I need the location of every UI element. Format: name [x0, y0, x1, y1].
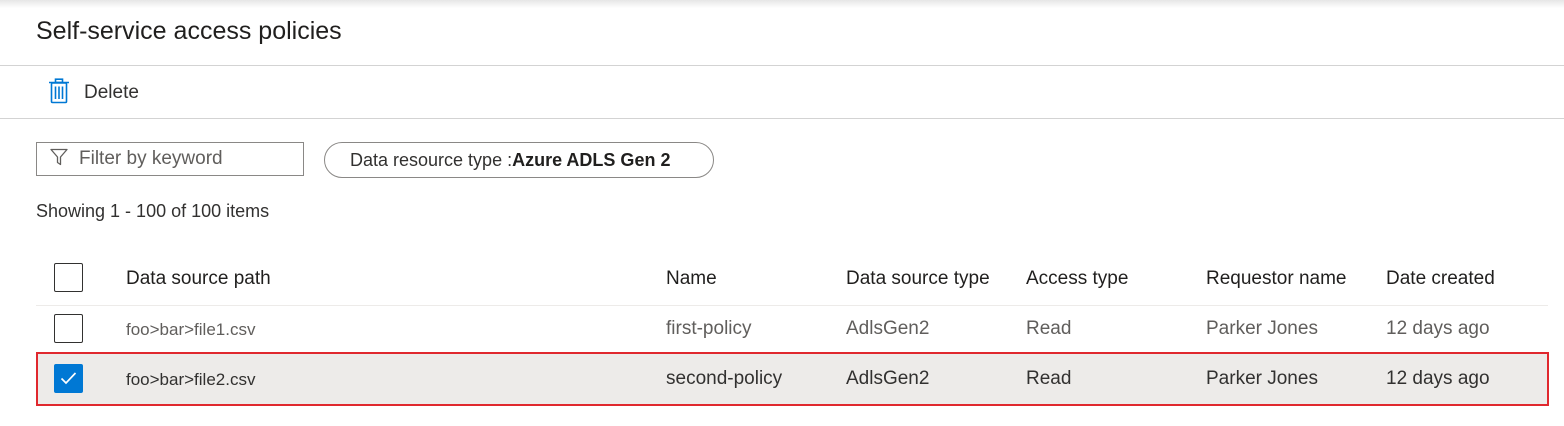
requestor-name: Parker Jones: [1206, 318, 1318, 339]
filter-input[interactable]: [77, 147, 291, 171]
page-title: Self-service access policies: [36, 17, 342, 45]
checkmark-icon: [60, 372, 77, 385]
selected-row-highlight: [36, 352, 1549, 406]
policy-name: first-policy: [666, 318, 752, 339]
filter-pill-label: Data resource type :: [350, 149, 513, 170]
delete-label: Delete: [84, 82, 139, 103]
row-checkbox[interactable]: [54, 314, 83, 343]
row-divider: [36, 305, 1548, 306]
column-header-access-type[interactable]: Access type: [1026, 267, 1128, 291]
row-checkbox-checked[interactable]: [54, 364, 83, 393]
date-created: 12 days ago: [1386, 318, 1490, 339]
column-header-date-created[interactable]: Date created: [1386, 267, 1495, 291]
date-created: 12 days ago: [1386, 368, 1490, 389]
top-shadow: [0, 0, 1564, 8]
column-header-path[interactable]: Data source path: [126, 267, 271, 291]
requestor-name: Parker Jones: [1206, 368, 1318, 389]
filter-field[interactable]: [36, 142, 304, 176]
divider: [0, 65, 1564, 66]
access-type: Read: [1026, 318, 1072, 339]
access-type: Read: [1026, 368, 1072, 389]
data-source-type: AdlsGen2: [846, 318, 930, 339]
column-header-name[interactable]: Name: [666, 267, 717, 291]
data-resource-type-filter[interactable]: Data resource type : Azure ADLS Gen 2: [324, 142, 714, 178]
column-header-requestor[interactable]: Requestor name: [1206, 267, 1346, 291]
select-all-checkbox[interactable]: [54, 263, 83, 292]
delete-button[interactable]: Delete: [48, 77, 139, 109]
filter-pill-value: Azure ADLS Gen 2: [512, 149, 671, 170]
data-source-path: foo>bar>file2.csv: [126, 370, 256, 389]
item-count: Showing 1 - 100 of 100 items: [36, 201, 270, 221]
column-header-data-source-type[interactable]: Data source type: [846, 267, 990, 291]
divider: [0, 118, 1564, 119]
trash-icon: [48, 77, 70, 109]
data-source-path: foo>bar>file1.csv: [126, 320, 256, 339]
data-source-type: AdlsGen2: [846, 368, 930, 389]
filter-icon: [37, 148, 68, 171]
policy-name: second-policy: [666, 368, 783, 389]
